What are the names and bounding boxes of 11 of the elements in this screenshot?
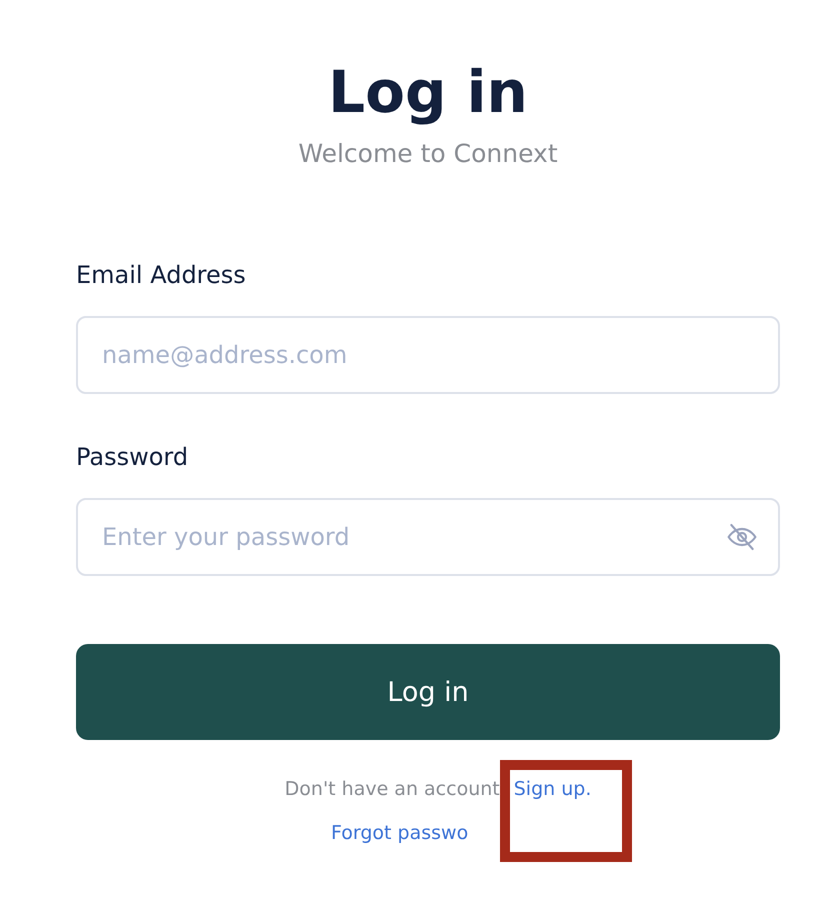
password-field[interactable]: Enter your password xyxy=(76,498,780,576)
login-button[interactable]: Log in xyxy=(76,644,780,740)
eye-off-icon[interactable] xyxy=(726,521,758,553)
forgot-password-link[interactable]: Forgot passwo xyxy=(331,818,468,848)
welcome-subtitle: Welcome to Connext xyxy=(297,138,559,170)
signup-link[interactable]: Sign up. xyxy=(514,774,592,804)
page-title: Log in xyxy=(327,57,529,128)
field-label: Password xyxy=(76,442,188,472)
field-label: Email Address xyxy=(76,260,246,290)
signup-prompt: Don't have an account xyxy=(284,777,500,802)
email-field[interactable]: name@address.com xyxy=(76,316,780,394)
